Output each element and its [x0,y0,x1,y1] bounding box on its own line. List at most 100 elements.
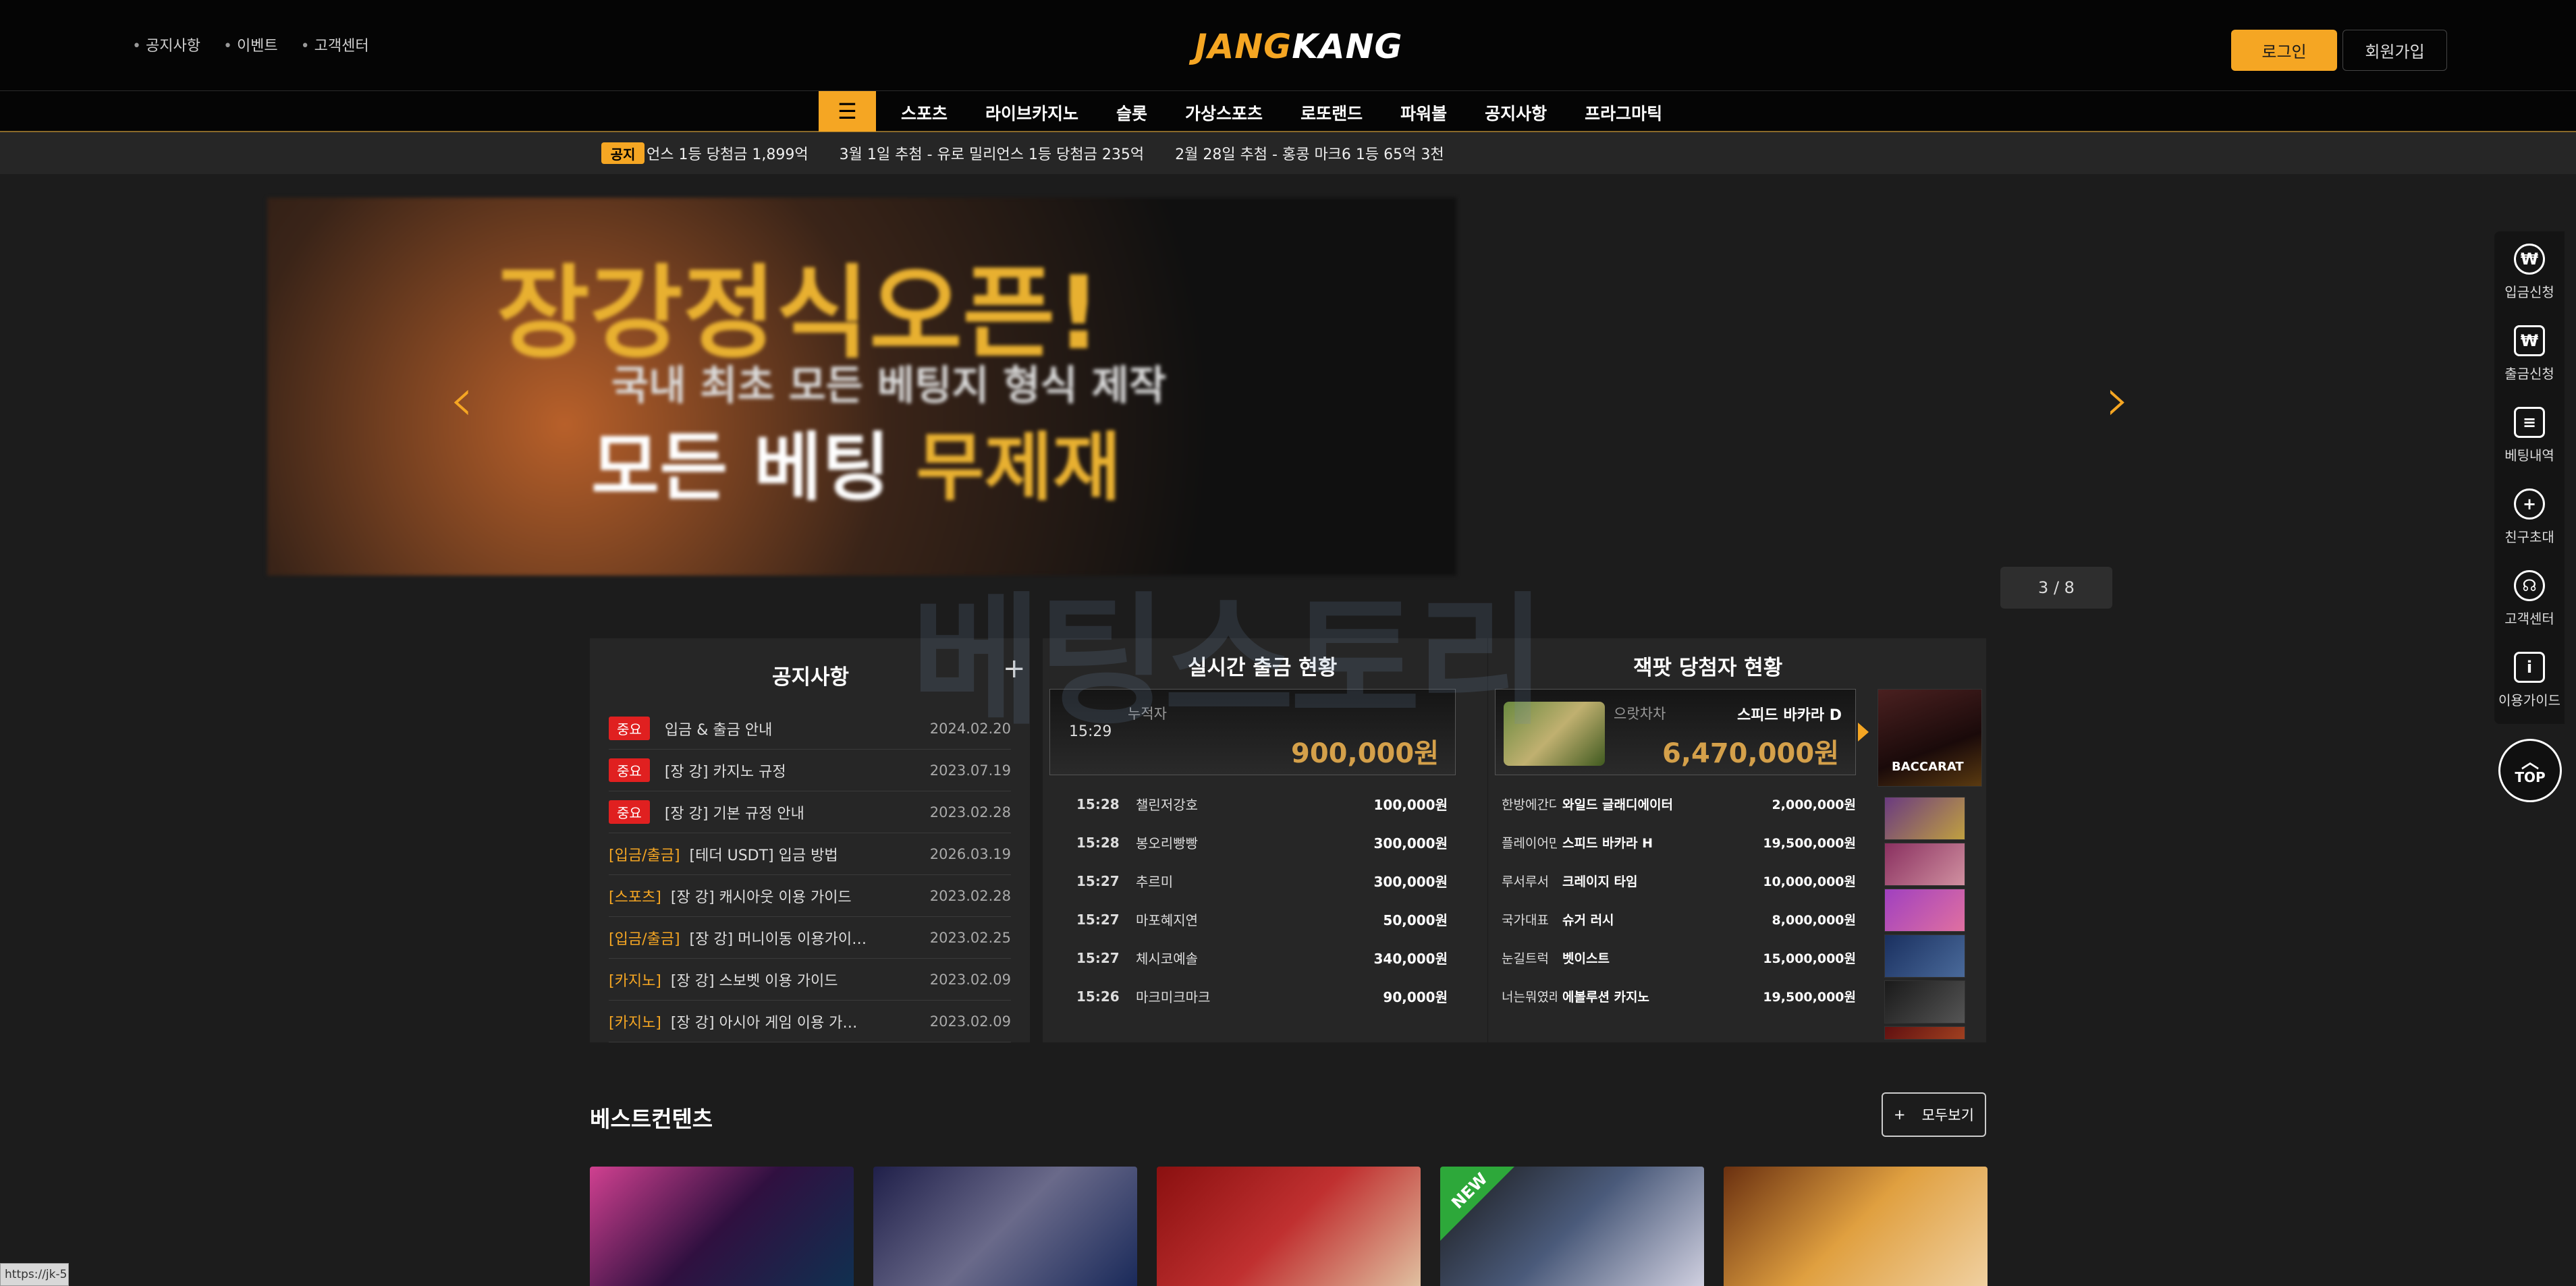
jackpot-row: 플레이어만판다 스피드 바카라 H 19,500,000원 [1502,823,1856,862]
document-icon: ≡ [2514,406,2545,438]
notice-tag: 중요 [609,800,650,824]
jackpot-row-user: 플레이어만판다 [1502,836,1557,851]
jackpot-row-game: 에볼루션 카지노 [1562,990,1649,1005]
nav-item-pragmatic[interactable]: 프라그마틱 [1585,101,1662,125]
hamburger-menu-icon[interactable]: ☰ [819,91,876,132]
notice-row-date: 2026.03.19 [929,845,1011,862]
jackpot-row-user: 국가대표 [1502,913,1549,928]
notice-row-date: 2023.07.19 [929,762,1011,779]
view-all-button[interactable]: + 모두보기 [1882,1092,1986,1137]
sidebar-item-label: 이용가이드 [2498,692,2560,708]
withdraw-row: 15:27 마포혜지연 50,000원 [1076,900,1448,939]
notice-row[interactable]: [카지노] [장 강] 아시아 게임 이용 가… 2023.02.09 [609,1001,1011,1042]
nav-item-live-casino[interactable]: 라이브카지노 [985,101,1078,125]
notice-row-date: 2023.02.09 [929,1013,1011,1030]
content-card[interactable] [873,1167,1137,1286]
sidebar-item-support[interactable]: ☊ 고객센터 [2494,558,2565,639]
withdraw-row: 15:28 챌린저강호 100,000원 [1076,785,1448,823]
sidebar-item-label: 친구초대 [2504,528,2554,545]
content-card[interactable]: NEW [1440,1167,1704,1286]
jackpot-highlight-amount: 6,470,000원 [1662,738,1839,769]
withdraw-row-name: 봉오리빵빵 [1136,835,1198,851]
sidebar-item-label: 출금신청 [2504,365,2554,382]
notice-tag: 중요 [609,758,650,782]
ticker-message[interactable]: 2월 28일 추첨 - 홍콩 마크6 1등 65억 3천 [1175,142,1444,164]
jackpot-row-amount: 19,500,000원 [1763,990,1856,1005]
withdraw-icon: ₩ [2514,325,2545,356]
game-thumbnail[interactable] [1884,797,1965,840]
notice-row[interactable]: [입금/출금] [장 강] 머니이동 이용가이… 2023.02.25 [609,917,1011,959]
sidebar-item-guide[interactable]: i 이용가이드 [2494,640,2565,721]
ticker-message[interactable]: 3월 1일 추첨 - 유로 밀리언스 1등 당첨금 235억 [840,142,1144,164]
banner-prev-icon[interactable]: ‹ [449,364,474,435]
withdraw-row-name: 추르미 [1136,874,1174,890]
nav-item-slot[interactable]: 슬롯 [1116,101,1147,125]
jackpot-row-game: 크레이지 타임 [1562,874,1638,889]
scroll-top-button[interactable]: ︿ TOP [2498,739,2562,802]
notice-tag: [입금/출금] [609,930,680,948]
quick-sidebar: ₩ 입금신청 ₩ 출금신청 ≡ 베팅내역 + 친구초대 ☊ 고객센터 i 이용가… [2494,231,2565,724]
status-url: https://jk-5 [0,1263,69,1286]
scroll-top-label: TOP [2515,769,2546,785]
notice-row[interactable]: [스포츠] [장 강] 캐시아웃 이용 가이드 2023.02.28 [609,875,1011,917]
nav-item-powerball[interactable]: 파워볼 [1400,101,1447,125]
jackpot-highlight: 으랏차차 스피드 바카라 D 6,470,000원 [1495,689,1856,775]
notice-row[interactable]: 중요 [장 강] 기본 규정 안내 2023.02.28 [609,791,1011,833]
banner-next-icon[interactable]: › [2106,364,2130,435]
top-link-notice[interactable]: 공지사항 [132,34,200,55]
content-card[interactable] [1724,1167,1988,1286]
notice-tag: [스포츠] [609,889,661,906]
logo-right: KANG [1292,27,1403,66]
banner-subtitle: 국내 최초 모든 베팅지 형식 제작 [611,362,1167,410]
ticker-message[interactable]: 언스 1등 당첨금 1,899억 [647,142,809,164]
nav-item-virtual-sports[interactable]: 가상스포츠 [1185,101,1263,125]
nav-item-notice[interactable]: 공지사항 [1485,101,1547,125]
notice-row[interactable]: [카지노] [장 강] 스보벳 이용 가이드 2023.02.09 [609,959,1011,1001]
game-thumbnail[interactable] [1884,843,1965,886]
jackpot-pointer-icon [1858,723,1869,742]
game-thumbnail[interactable] [1884,889,1965,932]
jackpot-row-game: 와일드 글래디에이터 [1562,798,1673,812]
banner-page-counter: 3 / 8 [2000,567,2112,609]
notice-row-title: [장 강] 카지노 규정 [664,763,786,781]
withdraw-row-time: 15:27 [1076,911,1120,928]
withdraw-row: 15:27 체시코예솔 340,000원 [1076,939,1448,977]
game-thumbnail[interactable] [1884,980,1965,1024]
plus-icon: + [1894,1107,1906,1123]
notice-row-title: [장 강] 캐시아웃 이용 가이드 [670,889,852,906]
login-button[interactable]: 로그인 [2231,30,2337,71]
notice-row[interactable]: 중요 [장 강] 카지노 규정 2023.07.19 [609,750,1011,791]
nav-item-lottoland[interactable]: 로또랜드 [1300,101,1363,125]
game-thumbnail[interactable] [1884,934,1965,978]
notice-row[interactable]: [입금/출금] [테더 USDT] 입금 방법 2026.03.19 [609,833,1011,875]
top-link-support[interactable]: 고객센터 [301,34,369,55]
jackpot-row-game: 벳이스트 [1562,951,1610,966]
notice-row-date: 2023.02.28 [929,887,1011,904]
jackpot-row: 루서루서 크레이지 타임 10,000,000원 [1502,862,1856,900]
jackpot-row-user: 루서루서 [1502,874,1549,889]
chevron-up-icon: ︿ [2521,752,2539,773]
jackpot-game-thumbnail[interactable]: BACCARAT [1878,689,1982,787]
banner-bottom-a: 모든 베팅 [591,424,891,511]
sidebar-item-invite[interactable]: + 친구초대 [2494,476,2565,557]
jackpot-row-amount: 8,000,000원 [1772,913,1856,928]
top-link-event[interactable]: 이벤트 [223,34,278,55]
notice-tag: [카지노] [609,972,661,990]
withdraw-row-time: 15:26 [1076,988,1120,1005]
notice-ticker: 공지 언스 1등 당첨금 1,899억 3월 1일 추첨 - 유로 밀리언스 1… [0,132,2576,174]
nav-item-sports[interactable]: 스포츠 [901,101,948,125]
hero-banner[interactable]: 장강정식오픈! 국내 최초 모든 베팅지 형식 제작 모든 베팅 무제재 [267,198,1456,576]
content-card[interactable] [590,1167,854,1286]
sidebar-item-bet-history[interactable]: ≡ 베팅내역 [2494,395,2565,476]
jackpot-row: 국가대표 슈거 러시 8,000,000원 [1502,900,1856,939]
site-logo[interactable]: JANGKANG [1195,27,1403,66]
notice-row-title: [장 강] 아시아 게임 이용 가… [670,1014,858,1032]
sidebar-item-deposit[interactable]: ₩ 입금신청 [2494,231,2565,312]
jackpot-row-amount: 15,000,000원 [1763,951,1856,966]
sidebar-item-withdraw[interactable]: ₩ 출금신청 [2494,313,2565,394]
game-thumbnail[interactable] [1884,1026,1965,1040]
join-button[interactable]: 회원가입 [2342,30,2447,71]
sidebar-item-label: 입금신청 [2504,283,2554,300]
content-card[interactable] [1157,1167,1421,1286]
notice-row-date: 2023.02.25 [929,929,1011,946]
